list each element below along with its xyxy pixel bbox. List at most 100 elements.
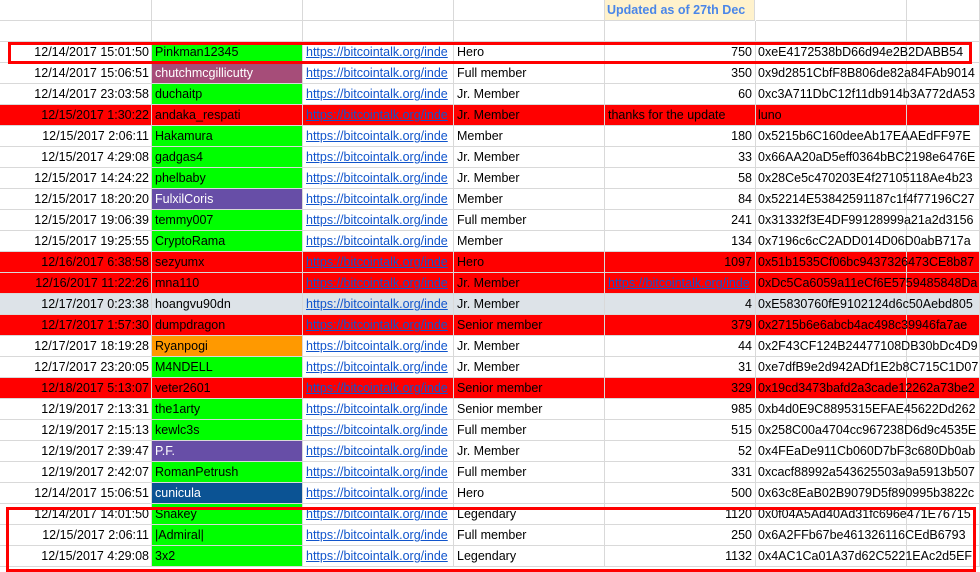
profile-link[interactable]: https://bitcointalk.org/inde (303, 441, 454, 462)
username-cell[interactable]: chutchmcgillicutty (152, 63, 303, 84)
posts-cell[interactable]: 44 (605, 336, 756, 357)
empty-cell[interactable] (907, 21, 980, 42)
username-cell[interactable]: Ryanpogi (152, 336, 303, 357)
rank-cell[interactable]: Full member (454, 420, 605, 441)
empty-cell[interactable] (907, 84, 980, 105)
rank-cell[interactable]: Hero (454, 42, 605, 63)
profile-link[interactable]: https://bitcointalk.org/inde (303, 126, 454, 147)
profile-link[interactable]: https://bitcointalk.org/inde (303, 504, 454, 525)
date-cell[interactable]: 12/15/2017 18:20:20 (0, 189, 152, 210)
username-cell[interactable]: FulxilCoris (152, 189, 303, 210)
profile-link[interactable]: https://bitcointalk.org/inde (303, 462, 454, 483)
rank-cell[interactable]: Member (454, 231, 605, 252)
username-cell[interactable]: Pinkman12345 (152, 42, 303, 63)
posts-cell[interactable]: 241 (605, 210, 756, 231)
rank-cell[interactable]: Hero (454, 483, 605, 504)
eth-address-cell[interactable]: 0x51b1535Cf06bc9437326473CE8b87 (756, 252, 974, 273)
rank-cell[interactable]: Jr. Member (454, 168, 605, 189)
updated-label[interactable]: Updated as of 27th Dec (605, 0, 755, 21)
header-cell[interactable] (907, 0, 980, 21)
eth-address-cell[interactable]: 0x31332f3E4DF99128999a21a2d3156 (756, 210, 973, 231)
posts-cell[interactable]: 52 (605, 441, 756, 462)
eth-address-cell[interactable]: 0x28Ce5c470203E4f27105118Ae4b23 (756, 168, 973, 189)
username-cell[interactable]: veter2601 (152, 378, 303, 399)
eth-address-cell[interactable]: 0x7196c6cC2ADD014D06D0abB717a (756, 231, 971, 252)
username-cell[interactable]: gadgas4 (152, 147, 303, 168)
header-cell[interactable] (454, 0, 605, 21)
posts-cell[interactable]: 58 (605, 168, 756, 189)
username-cell[interactable]: phelbaby (152, 168, 303, 189)
rank-cell[interactable]: Member (454, 189, 605, 210)
date-cell[interactable]: 12/14/2017 15:01:50 (0, 42, 152, 63)
date-cell[interactable]: 12/17/2017 18:19:28 (0, 336, 152, 357)
rank-cell[interactable]: Jr. Member (454, 441, 605, 462)
eth-address-cell[interactable]: 0xc3A711DbC12f11db914b3A772dA53 (756, 84, 975, 105)
empty-cell[interactable] (907, 483, 980, 504)
header-cell[interactable] (756, 0, 907, 21)
eth-address-cell[interactable]: 0x9d2851CbfF8B806de82a84FAb9014 (756, 63, 975, 84)
posts-cell[interactable]: 1120 (605, 504, 756, 525)
rank-cell[interactable]: Member (454, 126, 605, 147)
posts-cell[interactable]: 985 (605, 399, 756, 420)
profile-link[interactable]: https://bitcointalk.org/inde (303, 84, 454, 105)
date-cell[interactable]: 12/15/2017 1:30:22 (0, 105, 152, 126)
date-cell[interactable]: 12/14/2017 14:01:50 (0, 504, 152, 525)
eth-address-cell[interactable]: luno (756, 105, 907, 126)
empty-cell[interactable] (756, 21, 907, 42)
profile-link[interactable]: https://bitcointalk.org/inde (303, 420, 454, 441)
empty-cell[interactable] (907, 504, 980, 525)
empty-cell[interactable] (907, 420, 980, 441)
eth-address-cell[interactable]: 0x258C00a4704cc967238D6d9c4535E (756, 420, 976, 441)
profile-link[interactable]: https://bitcointalk.org/inde (303, 399, 454, 420)
posts-cell[interactable]: 500 (605, 483, 756, 504)
empty-cell[interactable] (907, 63, 980, 84)
posts-cell[interactable]: 379 (605, 315, 756, 336)
username-cell[interactable]: Hakamura (152, 126, 303, 147)
empty-cell[interactable] (907, 273, 980, 294)
empty-cell[interactable] (907, 399, 980, 420)
posts-cell[interactable]: 1132 (605, 546, 756, 567)
rank-cell[interactable]: Jr. Member (454, 105, 605, 126)
eth-address-cell[interactable]: 0x66AA20aD5eff0364bBC2198e6476E (756, 147, 975, 168)
username-cell[interactable]: dumpdragon (152, 315, 303, 336)
eth-address-cell[interactable]: 0x63c8EaB02B9079D5f890995b3822c (756, 483, 974, 504)
empty-cell[interactable] (907, 105, 980, 126)
date-cell[interactable]: 12/14/2017 23:03:58 (0, 84, 152, 105)
date-cell[interactable]: 12/19/2017 2:13:31 (0, 399, 152, 420)
username-cell[interactable]: temmy007 (152, 210, 303, 231)
eth-address-cell[interactable]: 0x2715b6e6abcb4ac498c39946fa7ae (756, 315, 967, 336)
profile-link[interactable]: https://bitcointalk.org/inde (303, 252, 454, 273)
posts-cell[interactable]: thanks for the update (605, 105, 756, 126)
profile-link[interactable]: https://bitcointalk.org/inde (303, 189, 454, 210)
rank-cell[interactable]: Jr. Member (454, 294, 605, 315)
rank-cell[interactable]: Jr. Member (454, 84, 605, 105)
posts-cell[interactable]: 134 (605, 231, 756, 252)
header-cell[interactable] (0, 0, 152, 21)
date-cell[interactable]: 12/14/2017 15:06:51 (0, 483, 152, 504)
username-cell[interactable]: |Admiral| (152, 525, 303, 546)
rank-cell[interactable]: Full member (454, 210, 605, 231)
eth-address-cell[interactable]: 0xE5830760fE9102124d6c50Aebd805 (756, 294, 973, 315)
username-cell[interactable]: 3x2 (152, 546, 303, 567)
rank-cell[interactable]: Jr. Member (454, 273, 605, 294)
date-cell[interactable]: 12/19/2017 2:42:07 (0, 462, 152, 483)
profile-link[interactable]: https://bitcointalk.org/inde (303, 294, 454, 315)
profile-link[interactable]: https://bitcointalk.org/inde (303, 63, 454, 84)
profile-link[interactable]: https://bitcointalk.org/inde (303, 273, 454, 294)
username-cell[interactable]: the1arty (152, 399, 303, 420)
posts-cell[interactable]: 329 (605, 378, 756, 399)
eth-address-cell[interactable]: 0x4AC1Ca01A37d62C5221EAc2d5EF (756, 546, 972, 567)
date-cell[interactable]: 12/15/2017 19:25:55 (0, 231, 152, 252)
profile-link[interactable]: https://bitcointalk.org/inde (303, 147, 454, 168)
username-cell[interactable]: cunicula (152, 483, 303, 504)
date-cell[interactable]: 12/16/2017 6:38:58 (0, 252, 152, 273)
rank-cell[interactable]: Full member (454, 462, 605, 483)
rank-cell[interactable]: Full member (454, 63, 605, 84)
rank-cell[interactable]: Jr. Member (454, 357, 605, 378)
username-cell[interactable]: P.F. (152, 441, 303, 462)
posts-cell[interactable]: 250 (605, 525, 756, 546)
eth-address-cell[interactable]: 0x52214E53842591187c1f4f77196C27 (756, 189, 975, 210)
username-cell[interactable]: mna110 (152, 273, 303, 294)
empty-cell[interactable] (907, 315, 980, 336)
rank-cell[interactable]: Senior member (454, 315, 605, 336)
